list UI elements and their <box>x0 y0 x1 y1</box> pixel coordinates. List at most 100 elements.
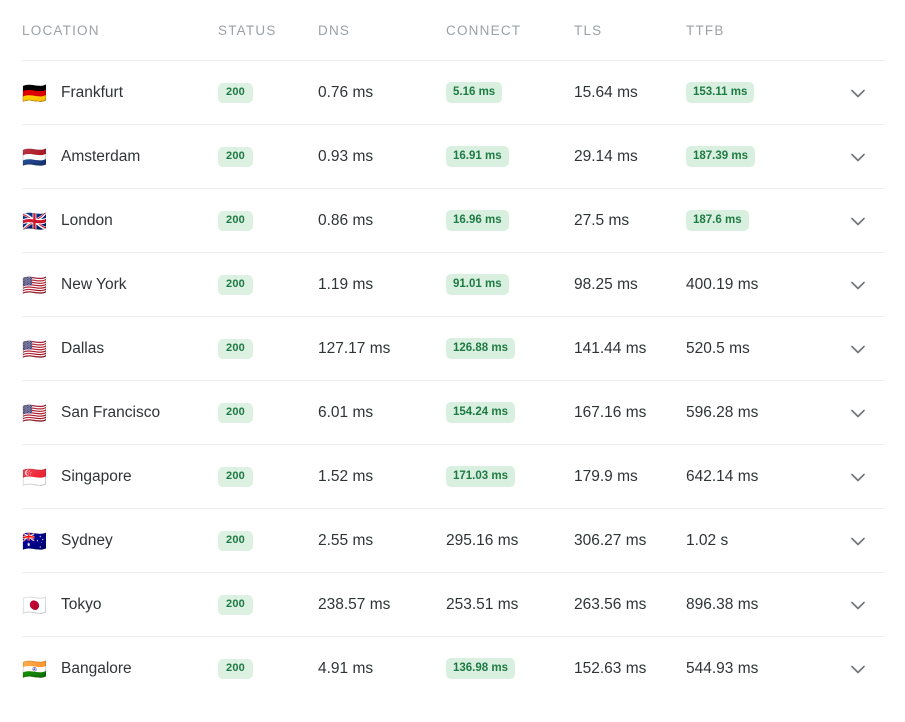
column-header-connect: CONNECT <box>446 22 522 38</box>
table-row[interactable]: 🇺🇸 Dallas 200 127.17 ms 126.88 ms 141.44 ms 52… <box>0 317 905 380</box>
tls-value: 306.27 ms <box>574 531 647 549</box>
table-row[interactable]: 🇬🇧 London 200 0.86 ms 16.96 ms 27.5 ms 187.6 m… <box>0 189 905 252</box>
expand-row-button[interactable] <box>826 465 905 489</box>
cell-status: 200 <box>218 82 318 103</box>
cell-status: 200 <box>218 146 318 167</box>
chevron-down-icon[interactable] <box>846 401 870 425</box>
flag-singapore-icon: 🇸🇬 <box>22 464 47 489</box>
ttfb-value: 642.14 ms <box>686 467 759 485</box>
expand-row-button[interactable] <box>826 209 905 233</box>
table-row[interactable]: 🇺🇸 San Francisco 200 6.01 ms 154.24 ms 167.16… <box>0 381 905 444</box>
table-row[interactable]: 🇸🇬 Singapore 200 1.52 ms 171.03 ms 179.9 ms 64… <box>0 445 905 508</box>
cell-dns: 127.17 ms <box>318 340 446 358</box>
cell-tls: 141.44 ms <box>574 340 686 358</box>
table-row[interactable]: 🇳🇱 Amsterdam 200 0.93 ms 16.91 ms 29.14 ms 187… <box>0 125 905 188</box>
expand-row-button[interactable] <box>826 401 905 425</box>
status-badge: 200 <box>218 659 254 679</box>
cell-ttfb: 1.02 s <box>686 532 826 550</box>
cell-dns: 238.57 ms <box>318 596 446 614</box>
table-row[interactable]: 🇩🇪 Frankfurt 200 0.76 ms 5.16 ms 15.64 ms 153.… <box>0 61 905 124</box>
dns-value: 6.01 ms <box>318 403 374 421</box>
dns-value: 0.86 ms <box>318 211 374 229</box>
chevron-down-icon[interactable] <box>846 465 870 489</box>
cell-status: 200 <box>218 338 318 359</box>
cell-dns: 2.55 ms <box>318 532 446 550</box>
chevron-down-icon[interactable] <box>846 273 870 297</box>
expand-row-button[interactable] <box>826 145 905 169</box>
flag-germany-icon: 🇩🇪 <box>22 80 47 105</box>
cell-status: 200 <box>218 402 318 423</box>
cell-dns: 1.19 ms <box>318 276 446 294</box>
cell-ttfb: 153.11 ms <box>686 81 826 104</box>
cell-dns: 1.52 ms <box>318 468 446 486</box>
cell-ttfb: 187.39 ms <box>686 145 826 168</box>
chevron-down-icon[interactable] <box>846 529 870 553</box>
cell-tls: 263.56 ms <box>574 596 686 614</box>
cell-connect: 295.16 ms <box>446 532 574 550</box>
cell-location: 🇺🇸 New York <box>22 275 218 295</box>
cell-ttfb: 596.28 ms <box>686 404 826 422</box>
chevron-down-icon[interactable] <box>846 657 870 681</box>
connect-value: 154.24 ms <box>446 401 515 424</box>
cell-location: 🇺🇸 San Francisco <box>22 403 218 423</box>
expand-row-button[interactable] <box>826 273 905 297</box>
flag-united-kingdom-icon: 🇬🇧 <box>22 208 47 233</box>
latency-results-table: LOCATION STATUS DNS CONNECT TLS TTFB 🇩🇪 F… <box>0 0 905 700</box>
location-label: Tokyo <box>61 595 102 613</box>
cell-connect: 5.16 ms <box>446 81 574 104</box>
table-body: 🇩🇪 Frankfurt 200 0.76 ms 5.16 ms 15.64 ms 153.… <box>0 61 905 700</box>
chevron-down-icon[interactable] <box>846 337 870 361</box>
flag-india-icon: 🇮🇳 <box>22 656 47 681</box>
cell-location: 🇩🇪 Frankfurt <box>22 83 218 103</box>
column-header-location: LOCATION <box>22 22 100 38</box>
tls-value: 27.5 ms <box>574 211 630 229</box>
flag-netherlands-icon: 🇳🇱 <box>22 144 47 169</box>
expand-row-button[interactable] <box>826 529 905 553</box>
dns-value: 238.57 ms <box>318 595 391 613</box>
cell-dns: 4.91 ms <box>318 660 446 678</box>
cell-location: 🇬🇧 London <box>22 211 218 231</box>
status-badge: 200 <box>218 595 254 615</box>
expand-row-button[interactable] <box>826 81 905 105</box>
table-row[interactable]: 🇺🇸 New York 200 1.19 ms 91.01 ms 98.25 ms 400.… <box>0 253 905 316</box>
expand-row-button[interactable] <box>826 337 905 361</box>
cell-tls: 306.27 ms <box>574 532 686 550</box>
chevron-down-icon[interactable] <box>846 145 870 169</box>
cell-connect: 171.03 ms <box>446 465 574 488</box>
expand-row-button[interactable] <box>826 593 905 617</box>
flag-united-states-icon: 🇺🇸 <box>22 272 47 297</box>
location-label: Singapore <box>61 467 132 485</box>
connect-value: 16.91 ms <box>446 145 509 168</box>
cell-status: 200 <box>218 466 318 487</box>
tls-value: 98.25 ms <box>574 275 638 293</box>
status-badge: 200 <box>218 467 254 487</box>
cell-location: 🇳🇱 Amsterdam <box>22 147 218 167</box>
chevron-down-icon[interactable] <box>846 81 870 105</box>
cell-ttfb: 187.6 ms <box>686 209 826 232</box>
table-row[interactable]: 🇮🇳 Bangalore 200 4.91 ms 136.98 ms 152.63 ms 5… <box>0 637 905 700</box>
dns-value: 0.93 ms <box>318 147 374 165</box>
dns-value: 127.17 ms <box>318 339 391 357</box>
cell-dns: 6.01 ms <box>318 404 446 422</box>
cell-ttfb: 400.19 ms <box>686 276 826 294</box>
dns-value: 1.52 ms <box>318 467 374 485</box>
dns-value: 1.19 ms <box>318 275 374 293</box>
tls-value: 167.16 ms <box>574 403 647 421</box>
flag-australia-icon: 🇦🇺 <box>22 528 47 553</box>
dns-value: 2.55 ms <box>318 531 374 549</box>
column-header-ttfb: TTFB <box>686 22 725 38</box>
table-row[interactable]: 🇯🇵 Tokyo 200 238.57 ms 253.51 ms 263.56 ms 896… <box>0 573 905 636</box>
ttfb-value: 187.39 ms <box>686 145 755 168</box>
ttfb-value: 1.02 s <box>686 531 729 549</box>
status-badge: 200 <box>218 531 254 551</box>
cell-ttfb: 896.38 ms <box>686 596 826 614</box>
table-row[interactable]: 🇦🇺 Sydney 200 2.55 ms 295.16 ms 306.27 ms 1.02… <box>0 509 905 572</box>
connect-value: 16.96 ms <box>446 209 509 232</box>
expand-row-button[interactable] <box>826 657 905 681</box>
chevron-down-icon[interactable] <box>846 209 870 233</box>
cell-dns: 0.76 ms <box>318 84 446 102</box>
cell-tls: 179.9 ms <box>574 468 686 486</box>
chevron-down-icon[interactable] <box>846 593 870 617</box>
cell-ttfb: 544.93 ms <box>686 660 826 678</box>
tls-value: 152.63 ms <box>574 659 647 677</box>
